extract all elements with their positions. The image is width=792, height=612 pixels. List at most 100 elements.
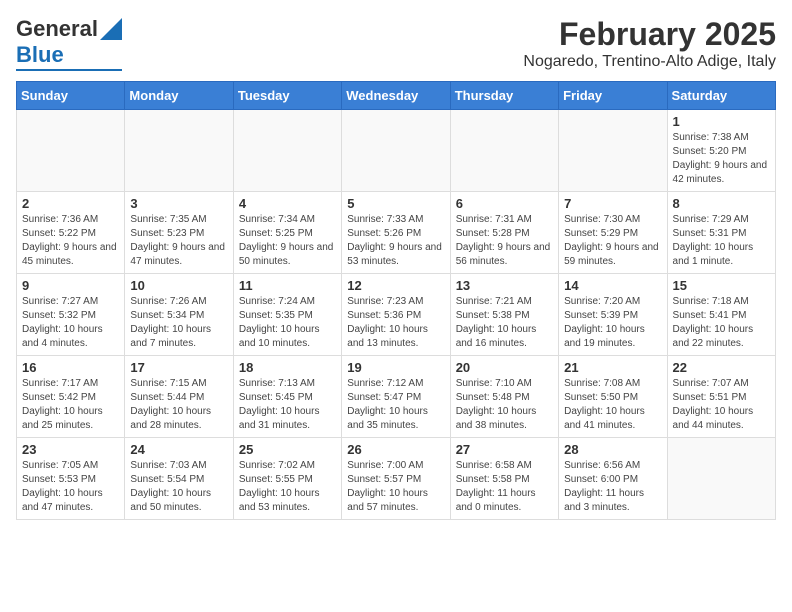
day-info: Sunrise: 7:24 AM Sunset: 5:35 PM Dayligh… <box>239 295 336 351</box>
day-info: Sunrise: 7:27 AM Sunset: 5:32 PM Dayligh… <box>22 295 119 351</box>
calendar-cell: 8 Sunrise: 7:29 AM Sunset: 5:31 PM Daylig… <box>667 192 775 274</box>
calendar-cell: 14Sunrise: 7:20 AM Sunset: 5:39 PM Dayli… <box>559 274 667 356</box>
day-number: 6 <box>456 196 553 211</box>
calendar-cell: 13 Sunrise: 7:21 AM Sunset: 5:38 PM Dayli… <box>450 274 558 356</box>
calendar-cell: 20 Sunrise: 7:10 AM Sunset: 5:48 PM Dayli… <box>450 356 558 438</box>
calendar-cell: 5 Sunrise: 7:33 AM Sunset: 5:26 PM Daylig… <box>342 192 450 274</box>
day-info: Sunrise: 7:02 AM Sunset: 5:55 PM Dayligh… <box>239 459 336 515</box>
day-info: Sunrise: 6:56 AM Sunset: 6:00 PM Dayligh… <box>564 459 661 515</box>
day-info: Sunrise: 7:35 AM Sunset: 5:23 PM Dayligh… <box>130 213 227 269</box>
calendar-cell: 12 Sunrise: 7:23 AM Sunset: 5:36 PM Dayli… <box>342 274 450 356</box>
day-info: Sunrise: 7:34 AM Sunset: 5:25 PM Dayligh… <box>239 213 336 269</box>
day-number: 1 <box>673 114 770 129</box>
day-number: 9 <box>22 278 119 293</box>
calendar-cell: 21 Sunrise: 7:08 AM Sunset: 5:50 PM Dayli… <box>559 356 667 438</box>
calendar-table: SundayMondayTuesdayWednesdayThursdayFrid… <box>16 81 776 520</box>
calendar-cell: 28 Sunrise: 6:56 AM Sunset: 6:00 PM Dayli… <box>559 438 667 520</box>
calendar-cell: 7 Sunrise: 7:30 AM Sunset: 5:29 PM Daylig… <box>559 192 667 274</box>
day-info: Sunrise: 6:58 AM Sunset: 5:58 PM Dayligh… <box>456 459 553 515</box>
day-info: Sunrise: 7:20 AM Sunset: 5:39 PM Dayligh… <box>564 295 661 351</box>
weekday-header-wednesday: Wednesday <box>342 82 450 110</box>
day-number: 13 <box>456 278 553 293</box>
day-info: Sunrise: 7:08 AM Sunset: 5:50 PM Dayligh… <box>564 377 661 433</box>
calendar-cell: 27Sunrise: 6:58 AM Sunset: 5:58 PM Dayli… <box>450 438 558 520</box>
calendar-cell: 1 Sunrise: 7:38 AM Sunset: 5:20 PM Daylig… <box>667 110 775 192</box>
location-title: Nogaredo, Trentino-Alto Adige, Italy <box>523 53 776 71</box>
calendar-cell: 4 Sunrise: 7:34 AM Sunset: 5:25 PM Daylig… <box>233 192 341 274</box>
day-number: 25 <box>239 442 336 457</box>
day-number: 20 <box>456 360 553 375</box>
week-row-4: 23Sunrise: 7:05 AM Sunset: 5:53 PM Dayli… <box>17 438 776 520</box>
calendar-cell: 10 Sunrise: 7:26 AM Sunset: 5:34 PM Dayli… <box>125 274 233 356</box>
day-info: Sunrise: 7:29 AM Sunset: 5:31 PM Dayligh… <box>673 213 770 269</box>
day-number: 18 <box>239 360 336 375</box>
calendar-cell: 15Sunrise: 7:18 AM Sunset: 5:41 PM Dayli… <box>667 274 775 356</box>
logo: General Blue <box>16 16 122 71</box>
day-number: 5 <box>347 196 444 211</box>
calendar-cell: 6 Sunrise: 7:31 AM Sunset: 5:28 PM Daylig… <box>450 192 558 274</box>
calendar-cell: 16Sunrise: 7:17 AM Sunset: 5:42 PM Dayli… <box>17 356 125 438</box>
day-info: Sunrise: 7:36 AM Sunset: 5:22 PM Dayligh… <box>22 213 119 269</box>
calendar-cell: 17 Sunrise: 7:15 AM Sunset: 5:44 PM Dayli… <box>125 356 233 438</box>
day-info: Sunrise: 7:18 AM Sunset: 5:41 PM Dayligh… <box>673 295 770 351</box>
day-number: 4 <box>239 196 336 211</box>
calendar-cell: 26Sunrise: 7:00 AM Sunset: 5:57 PM Dayli… <box>342 438 450 520</box>
day-number: 3 <box>130 196 227 211</box>
day-number: 12 <box>347 278 444 293</box>
weekday-header-row: SundayMondayTuesdayWednesdayThursdayFrid… <box>17 82 776 110</box>
calendar-cell: 3 Sunrise: 7:35 AM Sunset: 5:23 PM Daylig… <box>125 192 233 274</box>
day-number: 7 <box>564 196 661 211</box>
day-info: Sunrise: 7:07 AM Sunset: 5:51 PM Dayligh… <box>673 377 770 433</box>
day-number: 22 <box>673 360 770 375</box>
title-block: February 2025 Nogaredo, Trentino-Alto Ad… <box>523 16 776 71</box>
week-row-1: 2 Sunrise: 7:36 AM Sunset: 5:22 PM Daylig… <box>17 192 776 274</box>
day-info: Sunrise: 7:13 AM Sunset: 5:45 PM Dayligh… <box>239 377 336 433</box>
day-info: Sunrise: 7:33 AM Sunset: 5:26 PM Dayligh… <box>347 213 444 269</box>
weekday-header-monday: Monday <box>125 82 233 110</box>
day-number: 2 <box>22 196 119 211</box>
week-row-2: 9 Sunrise: 7:27 AM Sunset: 5:32 PM Daylig… <box>17 274 776 356</box>
logo-blue: Blue <box>16 42 64 68</box>
weekday-header-thursday: Thursday <box>450 82 558 110</box>
day-info: Sunrise: 7:03 AM Sunset: 5:54 PM Dayligh… <box>130 459 227 515</box>
calendar-cell: 9 Sunrise: 7:27 AM Sunset: 5:32 PM Daylig… <box>17 274 125 356</box>
calendar-cell: 19 Sunrise: 7:12 AM Sunset: 5:47 PM Dayli… <box>342 356 450 438</box>
day-number: 21 <box>564 360 661 375</box>
day-number: 17 <box>130 360 227 375</box>
day-info: Sunrise: 7:31 AM Sunset: 5:28 PM Dayligh… <box>456 213 553 269</box>
day-number: 28 <box>564 442 661 457</box>
calendar-cell: 25 Sunrise: 7:02 AM Sunset: 5:55 PM Dayli… <box>233 438 341 520</box>
week-row-0: 1 Sunrise: 7:38 AM Sunset: 5:20 PM Daylig… <box>17 110 776 192</box>
calendar-cell: 18 Sunrise: 7:13 AM Sunset: 5:45 PM Dayli… <box>233 356 341 438</box>
day-info: Sunrise: 7:38 AM Sunset: 5:20 PM Dayligh… <box>673 131 770 187</box>
page-header: General Blue February 2025 Nogaredo, Tre… <box>16 16 776 71</box>
week-row-3: 16Sunrise: 7:17 AM Sunset: 5:42 PM Dayli… <box>17 356 776 438</box>
day-info: Sunrise: 7:15 AM Sunset: 5:44 PM Dayligh… <box>130 377 227 433</box>
calendar-cell: 2 Sunrise: 7:36 AM Sunset: 5:22 PM Daylig… <box>17 192 125 274</box>
day-number: 10 <box>130 278 227 293</box>
calendar-cell: 24Sunrise: 7:03 AM Sunset: 5:54 PM Dayli… <box>125 438 233 520</box>
weekday-header-saturday: Saturday <box>667 82 775 110</box>
month-title: February 2025 <box>523 16 776 53</box>
day-info: Sunrise: 7:17 AM Sunset: 5:42 PM Dayligh… <box>22 377 119 433</box>
logo-icon <box>100 18 122 40</box>
day-info: Sunrise: 7:30 AM Sunset: 5:29 PM Dayligh… <box>564 213 661 269</box>
calendar-cell: 11Sunrise: 7:24 AM Sunset: 5:35 PM Dayli… <box>233 274 341 356</box>
calendar-cell: 23Sunrise: 7:05 AM Sunset: 5:53 PM Dayli… <box>17 438 125 520</box>
day-number: 23 <box>22 442 119 457</box>
day-info: Sunrise: 7:26 AM Sunset: 5:34 PM Dayligh… <box>130 295 227 351</box>
weekday-header-friday: Friday <box>559 82 667 110</box>
day-info: Sunrise: 7:12 AM Sunset: 5:47 PM Dayligh… <box>347 377 444 433</box>
day-info: Sunrise: 7:00 AM Sunset: 5:57 PM Dayligh… <box>347 459 444 515</box>
calendar-cell <box>667 438 775 520</box>
day-info: Sunrise: 7:23 AM Sunset: 5:36 PM Dayligh… <box>347 295 444 351</box>
day-number: 8 <box>673 196 770 211</box>
calendar-cell <box>125 110 233 192</box>
calendar-cell <box>450 110 558 192</box>
day-number: 19 <box>347 360 444 375</box>
calendar-cell <box>559 110 667 192</box>
day-info: Sunrise: 7:10 AM Sunset: 5:48 PM Dayligh… <box>456 377 553 433</box>
calendar-cell: 22 Sunrise: 7:07 AM Sunset: 5:51 PM Dayli… <box>667 356 775 438</box>
weekday-header-sunday: Sunday <box>17 82 125 110</box>
day-info: Sunrise: 7:21 AM Sunset: 5:38 PM Dayligh… <box>456 295 553 351</box>
